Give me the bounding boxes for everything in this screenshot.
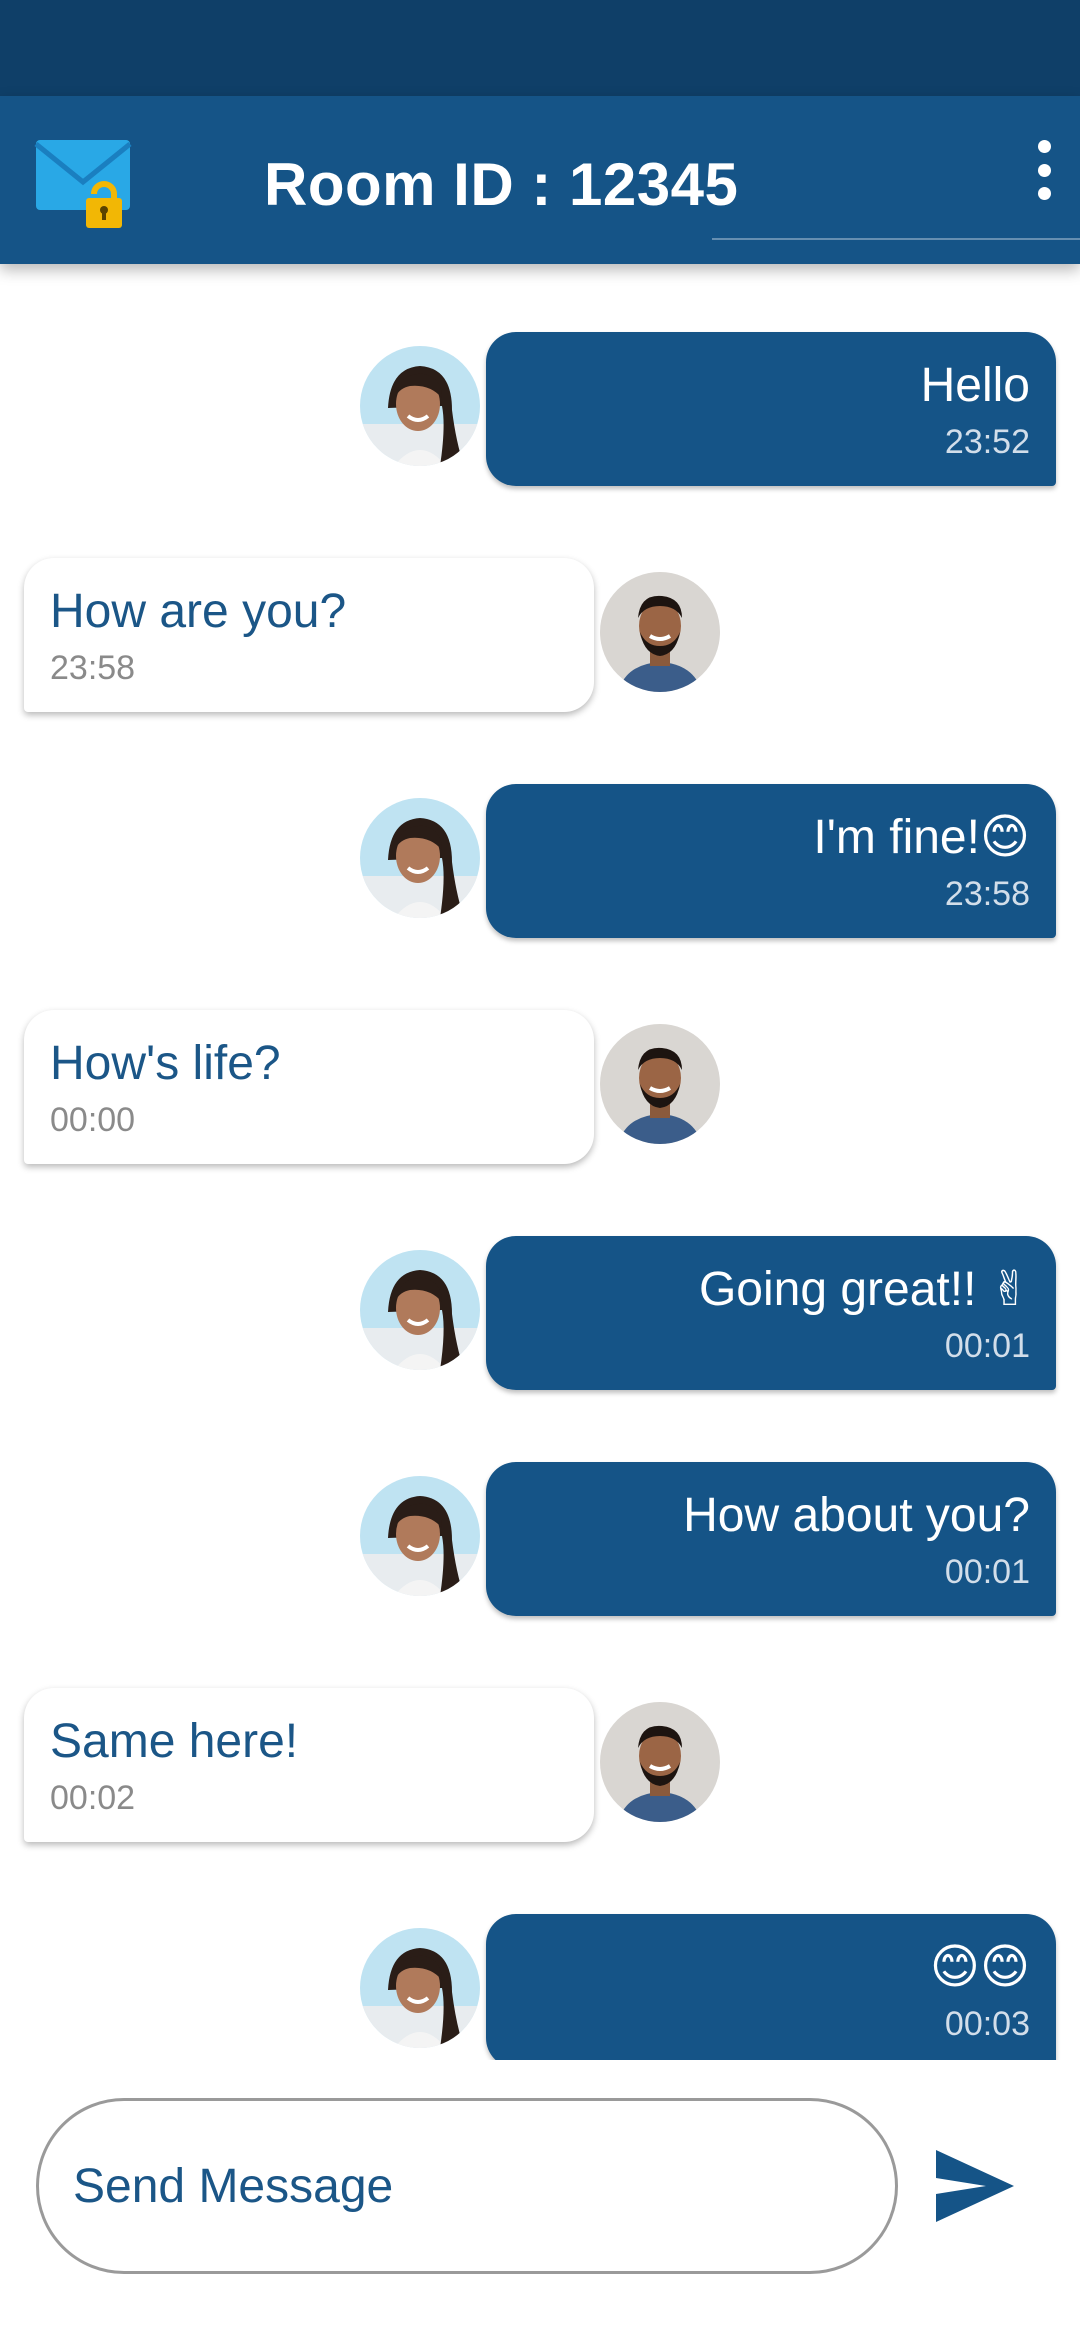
composer-bar bbox=[0, 2060, 1080, 2340]
message-text: How are you? bbox=[50, 585, 347, 638]
message-item: Hello 23:52 bbox=[0, 332, 1080, 492]
message-item: 😊😊 00:03 bbox=[0, 1914, 1080, 2060]
more-vert-icon[interactable] bbox=[1020, 140, 1068, 200]
avatar-self bbox=[360, 1250, 480, 1370]
message-text: Hello bbox=[920, 359, 1030, 412]
message-item: Same here! 00:02 bbox=[0, 1688, 1080, 1848]
message-item: Going great!! ✌ 00:01 bbox=[0, 1236, 1080, 1396]
message-time: 23:52 bbox=[944, 423, 1030, 461]
message-bubble-received[interactable]: Same here! 00:02 bbox=[24, 1688, 594, 1842]
avatar-self bbox=[360, 798, 480, 918]
message-bubble-sent[interactable]: 😊😊 00:03 bbox=[486, 1914, 1056, 2060]
title-divider bbox=[712, 238, 1080, 240]
message-bubble-sent[interactable]: I'm fine!😊 23:58 bbox=[486, 784, 1056, 938]
message-time: 00:02 bbox=[50, 1779, 136, 1817]
message-time: 00:00 bbox=[50, 1101, 136, 1139]
message-text: Going great!! ✌ bbox=[698, 1263, 1030, 1316]
message-item: How about you? 00:01 bbox=[0, 1462, 1080, 1622]
message-list[interactable]: Hello 23:52 How are you? 23:58 I'm fine!… bbox=[0, 264, 1080, 2060]
message-time: 00:03 bbox=[944, 2005, 1030, 2043]
send-icon[interactable] bbox=[930, 2138, 1020, 2234]
avatar-contact bbox=[600, 572, 720, 692]
message-bubble-sent[interactable]: Going great!! ✌ 00:01 bbox=[486, 1236, 1056, 1390]
avatar-contact bbox=[600, 1702, 720, 1822]
message-time: 23:58 bbox=[944, 875, 1030, 913]
message-text: How about you? bbox=[683, 1489, 1030, 1542]
message-time: 00:01 bbox=[944, 1553, 1030, 1591]
message-bubble-received[interactable]: How are you? 23:58 bbox=[24, 558, 594, 712]
status-bar bbox=[0, 0, 1080, 96]
message-input[interactable] bbox=[36, 2098, 898, 2274]
message-item: How are you? 23:58 bbox=[0, 558, 1080, 718]
message-bubble-received[interactable]: How's life? 00:00 bbox=[24, 1010, 594, 1164]
message-text: How's life? bbox=[50, 1037, 281, 1090]
message-bubble-sent[interactable]: Hello 23:52 bbox=[486, 332, 1056, 486]
message-time: 23:58 bbox=[50, 649, 136, 687]
room-title: Room ID : 12345 bbox=[264, 151, 739, 218]
message-item: I'm fine!😊 23:58 bbox=[0, 784, 1080, 944]
avatar-self bbox=[360, 346, 480, 466]
message-text: I'm fine!😊 bbox=[813, 811, 1030, 864]
avatar-self bbox=[360, 1476, 480, 1596]
message-bubble-sent[interactable]: How about you? 00:01 bbox=[486, 1462, 1056, 1616]
message-item: How's life? 00:00 bbox=[0, 1010, 1080, 1170]
avatar-contact bbox=[600, 1024, 720, 1144]
message-text: Same here! bbox=[50, 1715, 299, 1768]
avatar-self bbox=[360, 1928, 480, 2048]
message-text: 😊😊 bbox=[929, 1941, 1030, 1994]
app-bar: Room ID : 12345 bbox=[0, 96, 1080, 264]
message-time: 00:01 bbox=[944, 1327, 1030, 1365]
mail-lock-icon bbox=[34, 138, 140, 234]
